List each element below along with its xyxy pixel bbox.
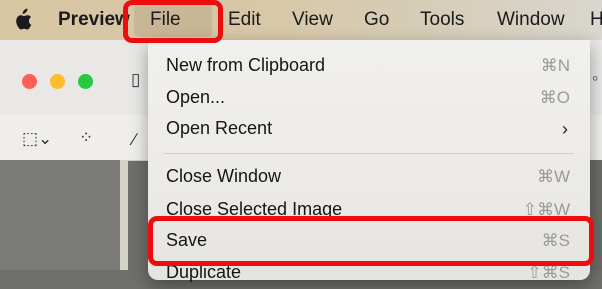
circle-icon[interactable]: ◦ [592, 68, 598, 89]
menubar-item-go[interactable]: Go [364, 9, 389, 31]
apple-logo-icon[interactable] [11, 8, 33, 32]
chevron-right-icon: › [562, 119, 568, 139]
close-window-button[interactable] [22, 74, 37, 89]
menu-item-close-window[interactable]: Close Window ⌘W [148, 161, 590, 193]
menu-bar: Preview File Edit View Go Tools Window H [0, 0, 602, 40]
menubar-app-name[interactable]: Preview [58, 9, 130, 31]
menu-item-new-from-clipboard[interactable]: New from Clipboard ⌘N [148, 50, 590, 82]
shortcut-label: ⇧⌘S [527, 263, 570, 282]
minimize-window-button[interactable] [50, 74, 65, 89]
menu-item-open-recent[interactable]: Open Recent › [148, 113, 590, 145]
menubar-item-window[interactable]: Window [497, 9, 565, 31]
document-background [0, 160, 120, 270]
menubar-item-tools[interactable]: Tools [420, 9, 464, 31]
sidebar-toggle-icon[interactable]: ▯ [131, 70, 140, 90]
menu-separator [164, 153, 574, 154]
rectangular-selection-icon[interactable]: ⬚⌄ [22, 129, 52, 149]
shortcut-label: ⌘N [540, 56, 570, 75]
shortcut-label: ⌘W [536, 167, 570, 186]
menubar-item-view[interactable]: View [292, 9, 333, 31]
instant-alpha-icon[interactable]: ⁘ [79, 128, 93, 148]
shortcut-label: ⌘O [539, 88, 570, 107]
sketch-icon[interactable]: ∕ [133, 130, 136, 150]
menu-item-open[interactable]: Open... ⌘O [148, 82, 590, 114]
zoom-window-button[interactable] [78, 74, 93, 89]
file-menu-annotation-box [123, 0, 223, 43]
menubar-item-help[interactable]: H [590, 9, 602, 31]
menubar-item-edit[interactable]: Edit [228, 9, 261, 31]
document-page-edge [120, 160, 128, 270]
save-item-annotation-box [148, 216, 594, 266]
